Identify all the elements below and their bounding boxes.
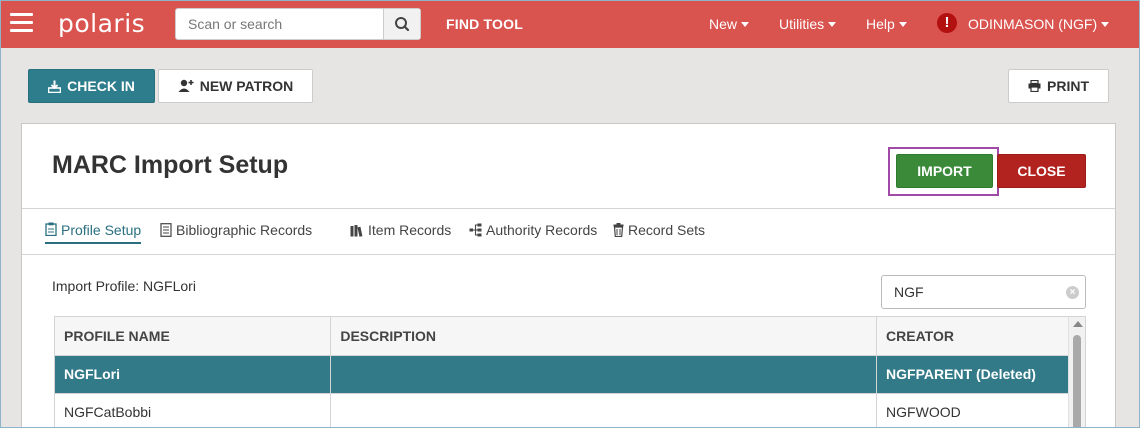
document-icon: [160, 223, 172, 237]
menu-utilities[interactable]: Utilities: [779, 16, 837, 32]
vertical-scrollbar[interactable]: [1068, 317, 1085, 428]
new-patron-label: NEW PATRON: [199, 78, 294, 94]
tab-label: Record Sets: [628, 222, 706, 238]
global-search: [175, 8, 421, 40]
import-button[interactable]: IMPORT: [896, 154, 993, 188]
menu-help-label: Help: [866, 16, 895, 32]
caret-down-icon: [741, 22, 750, 27]
print-label: PRINT: [1047, 78, 1089, 94]
caret-down-icon: [1101, 22, 1110, 27]
marc-import-panel: MARC Import Setup IMPORT CLOSE Profile S…: [21, 123, 1116, 428]
tab-authority-records[interactable]: Authority Records: [469, 219, 597, 241]
tab-label: Authority Records: [486, 222, 598, 238]
profile-name-cell: NGFLori: [55, 355, 332, 394]
menu-help[interactable]: Help: [866, 16, 907, 32]
description-cell: [330, 393, 878, 428]
tab-record-sets[interactable]: Record Sets: [613, 219, 705, 241]
check-in-label: CHECK IN: [67, 78, 135, 94]
tab-label: Item Records: [368, 222, 452, 238]
description-cell: [330, 355, 878, 394]
clipboard-icon: [45, 222, 57, 236]
menu-utilities-label: Utilities: [779, 16, 825, 32]
caret-down-icon: [828, 22, 837, 27]
header-divider: [22, 208, 1115, 209]
search-button[interactable]: [383, 9, 420, 39]
new-patron-button[interactable]: NEW PATRON: [158, 69, 313, 103]
creator-cell: NGFWOOD: [876, 393, 1069, 428]
books-icon: [350, 224, 364, 237]
profile-filter: ×: [881, 275, 1086, 309]
creator-cell: NGFPARENT (Deleted): [876, 355, 1069, 394]
close-button[interactable]: CLOSE: [997, 154, 1086, 188]
tabs-divider: [22, 254, 1115, 255]
download-icon: [48, 80, 62, 93]
printer-icon: [1028, 80, 1041, 92]
sitemap-icon: [469, 223, 482, 237]
scroll-thumb[interactable]: [1073, 335, 1081, 428]
table-header-row: PROFILE NAME DESCRIPTION CREATOR: [55, 317, 1069, 356]
hamburger-menu-icon[interactable]: [10, 13, 33, 33]
tab-item-records[interactable]: Item Records: [350, 219, 451, 241]
check-in-button[interactable]: CHECK IN: [28, 69, 155, 103]
search-input[interactable]: [176, 9, 384, 39]
column-header-description[interactable]: DESCRIPTION: [330, 317, 878, 356]
trash-icon: [613, 223, 624, 237]
user-name: ODINMASON (NGF): [968, 16, 1098, 32]
column-header-profile-name[interactable]: PROFILE NAME: [55, 317, 332, 356]
menu-new[interactable]: New: [709, 16, 750, 32]
menu-new-label: New: [709, 16, 738, 32]
tab-profile-setup[interactable]: Profile Setup: [45, 219, 142, 244]
user-menu[interactable]: ODINMASON (NGF): [968, 16, 1110, 32]
import-profile-label: Import Profile: NGFLori: [52, 278, 196, 294]
page-title: MARC Import Setup: [52, 151, 289, 179]
profiles-table: PROFILE NAME DESCRIPTION CREATOR NGFLori…: [54, 316, 1086, 428]
print-button[interactable]: PRINT: [1008, 69, 1109, 103]
tab-label: Profile Setup: [61, 222, 142, 238]
scroll-up-arrow-icon[interactable]: [1073, 321, 1083, 327]
column-header-creator[interactable]: CREATOR: [876, 317, 1069, 356]
table-row[interactable]: NGFCatBobbi NGFWOOD: [55, 393, 1069, 428]
alert-icon[interactable]: !: [937, 13, 957, 33]
search-icon: [395, 17, 410, 32]
caret-down-icon: [898, 22, 907, 27]
find-tool-link[interactable]: FIND TOOL: [446, 16, 523, 32]
table-row[interactable]: NGFLori NGFPARENT (Deleted): [55, 355, 1069, 394]
clear-icon[interactable]: ×: [1066, 286, 1079, 299]
app-logo[interactable]: polaris: [58, 9, 145, 38]
tab-bibliographic-records[interactable]: Bibliographic Records: [160, 219, 312, 241]
profile-name-cell: NGFCatBobbi: [55, 393, 332, 428]
add-user-icon: [178, 79, 194, 93]
filter-input[interactable]: [882, 276, 1062, 308]
tab-label: Bibliographic Records: [176, 222, 313, 238]
top-navbar: polaris FIND TOOL New Utilities Help ! O…: [0, 0, 1140, 48]
